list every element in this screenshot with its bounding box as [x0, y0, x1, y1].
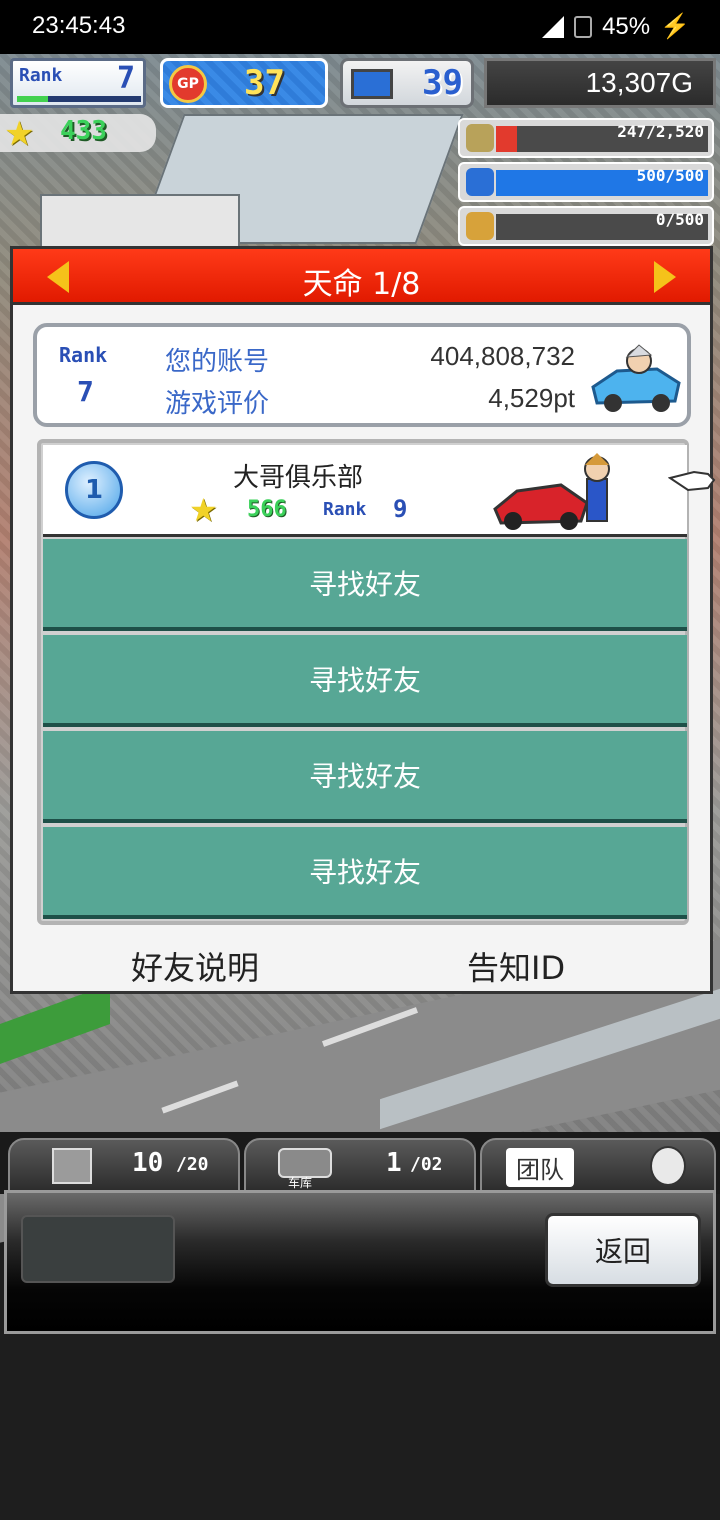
- tab-garage[interactable]: 车库 1 /02: [244, 1138, 476, 1192]
- bottom-panel: 返回: [4, 1190, 716, 1334]
- friend-number-badge: 1: [65, 461, 123, 519]
- next-page-arrow-icon[interactable]: [654, 261, 676, 293]
- battery-percent: 45%: [602, 12, 651, 40]
- charging-icon: ⚡: [660, 13, 690, 40]
- find-friend-button[interactable]: 寻找好友: [43, 635, 687, 727]
- money-gauge-text: 247/2,520: [617, 122, 704, 141]
- dialog-title-bar: 天命 1/8: [13, 249, 710, 305]
- friend-entry[interactable]: 1 大哥俱乐部 ★ 566 Rank 9: [43, 445, 687, 537]
- rating-label: 游戏评价: [165, 389, 270, 419]
- parts-box-icon: [52, 1148, 92, 1184]
- pc-counter[interactable]: 39: [340, 58, 474, 108]
- clock: 23:45:43: [32, 12, 126, 39]
- star-icon: ★: [4, 114, 35, 154]
- bottom-tabs: 10 /20 车库 1 /02 团队: [0, 1132, 720, 1194]
- empty-slot[interactable]: [21, 1215, 175, 1283]
- account-rank-value: 7: [77, 375, 94, 408]
- blue-car-icon: [591, 344, 681, 412]
- money-counter: 13,307G: [484, 58, 716, 108]
- wheat-icon: [466, 212, 494, 240]
- rank-label: Rank: [19, 65, 63, 86]
- account-rank-label: Rank: [59, 343, 108, 367]
- game-screen: 23:45:43 45% ⚡ Rank 7 GP 37 39 13,307G ★…: [0, 0, 720, 1520]
- dialog-title: 天命 1/8: [302, 267, 421, 302]
- rating-value: 4,529pt: [488, 383, 575, 413]
- gp-value: 37: [244, 63, 285, 103]
- dialog-links: 好友说明 告知ID: [13, 939, 710, 989]
- rank-progress-bar: [17, 96, 141, 102]
- rank-value: 7: [116, 61, 135, 96]
- back-button[interactable]: 返回: [545, 1213, 701, 1287]
- team-avatar-icon: [650, 1146, 686, 1186]
- account-value: 404,808,732: [430, 341, 575, 371]
- friend-list: 1 大哥俱乐部 ★ 566 Rank 9 寻找好友 寻找好友 寻找好友 寻找好友: [37, 439, 689, 925]
- star-count: 433: [60, 116, 107, 146]
- gp-icon: GP: [169, 65, 207, 103]
- garage-count: 1: [386, 1148, 402, 1178]
- fuel-gauge-text: 500/500: [636, 166, 704, 185]
- garage-max: /02: [410, 1154, 443, 1175]
- fuel-tank-icon: [466, 168, 494, 196]
- star-icon: ★: [189, 491, 218, 529]
- tab-team[interactable]: 团队: [480, 1138, 716, 1192]
- garage-label: 车库: [288, 1176, 313, 1190]
- account-label: 您的账号: [165, 347, 270, 377]
- parts-max: /20: [176, 1154, 209, 1175]
- find-friend-button[interactable]: 寻找好友: [43, 539, 687, 631]
- status-bar: 23:45:43 45% ⚡: [0, 0, 720, 54]
- signal-icon: [542, 15, 565, 38]
- money-value: 13,307G: [585, 67, 693, 98]
- friend-explain-link[interactable]: 好友说明: [131, 943, 259, 989]
- no-sim-icon: [574, 15, 593, 38]
- tab-parts[interactable]: 10 /20: [8, 1138, 240, 1192]
- money-gauge: 247/2,520: [458, 118, 714, 158]
- fan-stars: ★ 433: [0, 114, 156, 154]
- notify-id-link[interactable]: 告知ID: [467, 943, 565, 989]
- friends-dialog: 天命 1/8 Rank 7 您的账号 游戏评价 404,808,732 4,52…: [10, 246, 713, 994]
- computer-icon: [351, 69, 393, 99]
- coin-stack-icon: [466, 124, 494, 152]
- pc-value: 39: [422, 63, 463, 103]
- pointing-hand-icon: [668, 470, 716, 492]
- friend-stars: 566: [247, 497, 287, 522]
- wheat-gauge: 0/500: [458, 206, 714, 246]
- team-label: 团队: [506, 1148, 574, 1187]
- account-card: Rank 7 您的账号 游戏评价 404,808,732 4,529pt: [33, 323, 691, 427]
- fuel-gauge: 500/500: [458, 162, 714, 202]
- friend-rank-label: Rank: [323, 499, 367, 520]
- find-friend-button[interactable]: 寻找好友: [43, 731, 687, 823]
- garage-building: [40, 194, 240, 254]
- race-car-icon: [493, 453, 610, 530]
- friend-name: 大哥俱乐部: [233, 463, 364, 493]
- status-icons: 45% ⚡: [542, 12, 690, 41]
- find-friend-button[interactable]: 寻找好友: [43, 827, 687, 919]
- parts-count: 10: [132, 1148, 164, 1178]
- wheat-gauge-text: 0/500: [655, 210, 704, 229]
- friend-rank-value: 9: [393, 495, 408, 523]
- gp-counter[interactable]: GP 37: [160, 58, 328, 108]
- player-rank[interactable]: Rank 7: [10, 58, 146, 108]
- grass-patch: [0, 983, 110, 1065]
